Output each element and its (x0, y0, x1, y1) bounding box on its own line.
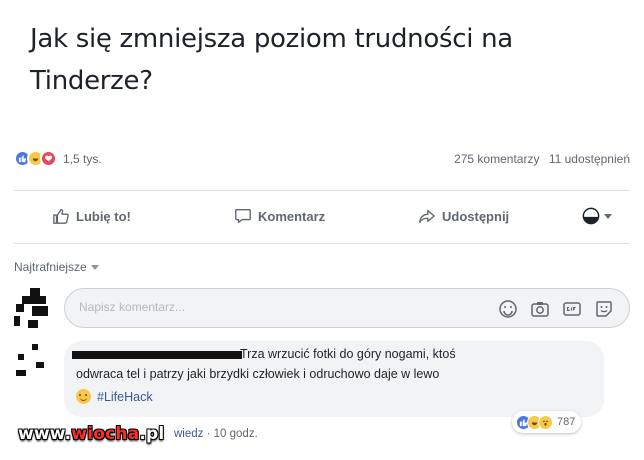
post-text: Jak się zmniejsza poziom trudności na Ti… (30, 24, 513, 96)
comment-text-line-1: Trza wrzucić fotki do góry nogami, ktoś (240, 347, 456, 361)
comment-label: Komentarz (258, 208, 326, 224)
divider (14, 190, 630, 191)
reactions-summary[interactable]: 1,5 tys. (14, 150, 102, 167)
comment-text-line-2: odwraca tel i patrzy jaki brzydki człowi… (76, 367, 440, 381)
gif-icon[interactable] (561, 298, 583, 320)
share-arrow-icon (419, 209, 435, 223)
profile-avatar-icon (582, 207, 600, 225)
comment-composer (64, 288, 630, 328)
audience-menu-button[interactable] (582, 207, 612, 225)
redacted-author-name[interactable] (72, 351, 242, 359)
comment-bubble: Trza wrzucić fotki do góry nogami, ktoś … (64, 341, 604, 417)
divider (14, 243, 630, 244)
comments-count-link[interactable]: 275 komentarzy (454, 152, 539, 166)
chevron-down-icon (90, 264, 99, 270)
comment-meta: wiedz · 10 godz. (174, 428, 258, 440)
engagement-counts: 275 komentarzy 11 udostępnień (454, 152, 630, 166)
post-stats: 1,5 tys. 275 komentarzy 11 udostępnień (14, 148, 632, 172)
site-watermark: www.wiocha.pl (18, 424, 164, 444)
sticker-icon[interactable] (593, 298, 615, 320)
composer-tools (487, 298, 615, 320)
love-reaction-icon (40, 150, 57, 167)
avatar[interactable] (14, 340, 54, 380)
comment-time[interactable]: 10 godz. (214, 428, 258, 440)
watermark-accent: wiocha (71, 424, 140, 444)
comment-hashtag-row: #LifeHack (76, 389, 153, 404)
post-actions: Lubię to! Komentarz Udostępnij (14, 196, 630, 236)
comment-reactions[interactable]: 787 (512, 411, 582, 433)
share-label: Udostępnij (442, 208, 510, 224)
meta-separator: · (206, 428, 214, 440)
avatar[interactable] (14, 288, 54, 328)
reactions-count[interactable]: 1,5 tys. (63, 152, 102, 166)
comment-sort-dropdown[interactable]: Najtrafniejsze (14, 260, 99, 274)
watermark-suffix: .pl (139, 424, 165, 444)
like-label: Lubię to! (76, 208, 131, 224)
shares-count-link[interactable]: 11 udostępnień (549, 152, 630, 166)
hashtag-link[interactable]: #LifeHack (97, 390, 153, 404)
grinning-emoji-icon (76, 389, 91, 404)
wow-reaction-icon (538, 414, 553, 430)
emoji-icon[interactable] (497, 298, 519, 320)
comment-button[interactable]: Komentarz (234, 207, 325, 225)
comment-reaction-count: 787 (557, 416, 576, 428)
camera-icon[interactable] (529, 298, 551, 320)
speech-bubble-icon (235, 209, 251, 223)
reply-link[interactable]: wiedz (174, 428, 203, 440)
chevron-down-icon (604, 213, 612, 219)
thumbs-up-icon (53, 209, 69, 224)
sort-label: Najtrafniejsze (14, 260, 87, 274)
watermark-prefix: www. (18, 424, 72, 444)
like-button[interactable]: Lubię to! (52, 207, 131, 225)
share-button[interactable]: Udostępnij (418, 207, 509, 225)
comment-input[interactable] (79, 300, 459, 314)
